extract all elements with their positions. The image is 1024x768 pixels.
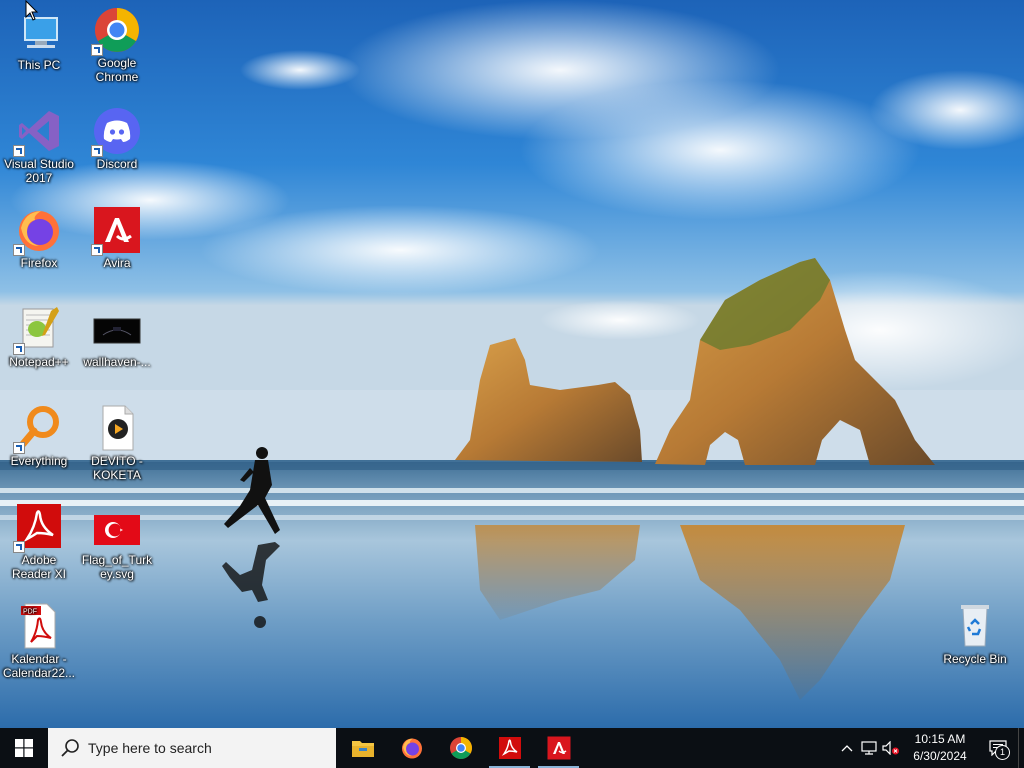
show-hidden-icons-button[interactable] [836, 728, 858, 768]
desktop-icon-avira[interactable]: Avira [78, 206, 156, 270]
show-desktop-button[interactable] [1018, 728, 1024, 768]
volume-muted-icon [882, 741, 899, 755]
taskbar-app-firefox[interactable] [387, 728, 436, 768]
taskbar-app-avira[interactable] [534, 728, 583, 768]
desktop-icon-label: DEVITO - KOKETA [91, 454, 143, 482]
svg-text:PDF: PDF [23, 609, 37, 616]
desktop-icon-label: Avira [103, 256, 131, 270]
shortcut-arrow-icon [91, 44, 103, 56]
action-center-button[interactable]: 1 [978, 728, 1018, 768]
desktop-icon-everything[interactable]: Everything [0, 404, 78, 468]
recycle-bin-icon [951, 602, 999, 650]
visual-studio-icon [13, 107, 63, 157]
desktop-icon-label: Kalendar - Calendar22... [2, 652, 76, 680]
image-thumbnail-icon [93, 305, 141, 353]
shortcut-arrow-icon [13, 145, 25, 157]
notepadpp-icon [13, 305, 63, 355]
desktop-icon-label: Notepad++ [9, 355, 69, 369]
desktop-icon-recycle-bin[interactable]: Recycle Bin [936, 602, 1014, 666]
desktop-icon-label: Visual Studio 2017 [4, 157, 74, 185]
desktop-icon-label: Flag_of_Turkey.svg [81, 553, 153, 581]
desktop-icon-kalendar[interactable]: PDF Kalendar - Calendar22... [0, 602, 78, 680]
desktop-icon-label: Firefox [20, 256, 58, 270]
desktop-icon-notepadpp[interactable]: Notepad++ [0, 305, 78, 369]
adobe-reader-icon [498, 737, 521, 759]
shortcut-arrow-icon [91, 244, 103, 256]
clock-time: 10:15 AM [914, 732, 966, 746]
pdf-file-icon: PDF [15, 602, 63, 650]
taskbar: Type here to search 10:15 AM 6/30/2024 1 [0, 728, 1024, 768]
shortcut-arrow-icon [13, 442, 25, 454]
computer-icon [15, 8, 63, 56]
shortcut-arrow-icon [13, 541, 25, 553]
firefox-icon [401, 738, 422, 759]
chevron-up-icon [841, 745, 853, 752]
desktop-icon-label: Recycle Bin [943, 652, 1007, 666]
desktop-icon-label: Google Chrome [95, 56, 139, 84]
avira-icon [91, 206, 141, 256]
mouse-cursor-icon [25, 0, 39, 27]
chrome-icon [91, 6, 141, 56]
desktop-icon-label: Discord [96, 157, 138, 171]
system-tray: 10:15 AM 6/30/2024 1 [836, 728, 1024, 768]
desktop-icon-google-chrome[interactable]: Google Chrome [78, 6, 156, 84]
network-button[interactable] [858, 728, 880, 768]
desktop-icon-flag-turkey[interactable]: Flag_of_Turkey.svg [78, 503, 156, 581]
taskbar-pinned-apps [338, 728, 583, 768]
volume-button[interactable] [880, 728, 902, 768]
avira-icon [547, 736, 570, 760]
desktop-icon-firefox[interactable]: Firefox [0, 206, 78, 270]
taskbar-search-box[interactable]: Type here to search [48, 728, 336, 768]
search-icon [61, 739, 79, 757]
taskbar-app-adobe-reader[interactable] [485, 728, 534, 768]
turkey-flag-icon [93, 503, 141, 551]
chrome-icon [449, 737, 472, 759]
shortcut-arrow-icon [13, 244, 25, 256]
taskbar-app-file-explorer[interactable] [338, 728, 387, 768]
taskbar-app-chrome[interactable] [436, 728, 485, 768]
desktop-icon-label: This PC [17, 58, 61, 72]
firefox-icon [13, 206, 63, 256]
windows-logo-icon [15, 739, 33, 757]
desktop-icon-label: wallhaven-... [83, 355, 151, 369]
clock-date: 6/30/2024 [913, 749, 967, 763]
desktop-icon-devito[interactable]: DEVITO - KOKETA [78, 404, 156, 482]
desktop-icon-adobe-reader[interactable]: Adobe Reader XI [0, 503, 78, 581]
desktop-icon-label: Adobe Reader XI [11, 553, 67, 581]
desktop-icon-this-pc[interactable]: This PC [0, 8, 78, 72]
shortcut-arrow-icon [91, 145, 103, 157]
discord-icon [91, 107, 141, 157]
start-button[interactable] [0, 728, 48, 768]
taskbar-clock[interactable]: 10:15 AM 6/30/2024 [904, 731, 976, 765]
search-placeholder: Type here to search [88, 740, 212, 756]
desktop-icon-visual-studio[interactable]: Visual Studio 2017 [0, 107, 78, 185]
adobe-reader-icon [13, 503, 63, 553]
media-file-icon [93, 404, 141, 452]
desktop-icon-wallhaven[interactable]: wallhaven-... [78, 305, 156, 369]
notification-count-badge: 1 [995, 745, 1010, 760]
desktop-icon-label: Everything [10, 454, 68, 468]
everything-search-icon [13, 404, 63, 454]
network-icon [861, 741, 877, 755]
desktop-icon-discord[interactable]: Discord [78, 107, 156, 171]
folder-icon [351, 741, 374, 757]
shortcut-arrow-icon [13, 343, 25, 355]
